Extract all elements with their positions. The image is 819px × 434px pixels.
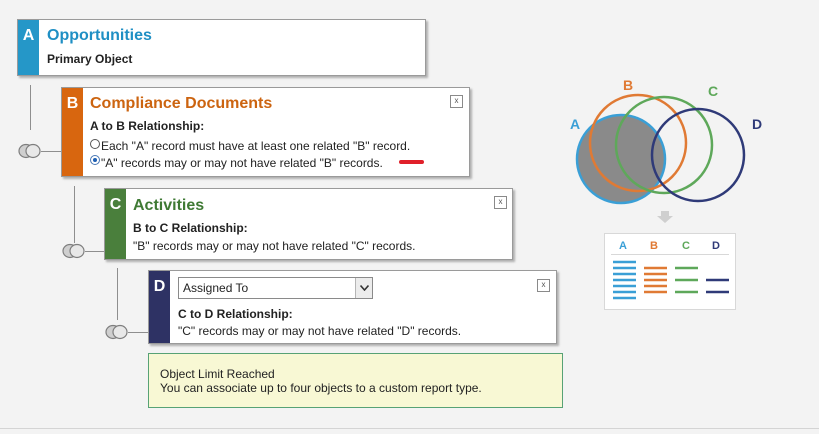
relationship-link-icon [62,243,85,259]
object-title-c: Activities [133,197,205,214]
venn-column-header-b: B [650,240,658,252]
venn-label-c: C [708,83,718,99]
object-letter-a: A [18,20,39,75]
connector-cd-vertical [117,268,118,320]
notice-title: Object Limit Reached [160,367,275,381]
venn-column-header-c: C [682,240,690,252]
relationship-link-icon [105,324,128,340]
bc-relationship-text: "B" records may or may not have related … [133,239,416,253]
chevron-down-icon[interactable] [355,278,372,298]
object-d-select[interactable]: Assigned To [178,277,373,299]
venn-label-d: D [752,116,762,132]
venn-label-b: B [623,77,633,93]
object-card-b: B Compliance Documents x A to B Relation… [61,87,470,177]
remove-object-c-button[interactable]: x [494,196,507,209]
venn-label-a: A [570,116,580,132]
page-bottom-divider [0,428,819,429]
object-card-a: A Opportunities Primary Object [17,19,426,76]
object-title-b: Compliance Documents [90,95,273,112]
object-d-select-value: Assigned To [183,281,249,295]
venn-column-header-a: A [619,240,627,252]
venn-diagram: A B C D [570,77,762,223]
connector-ab-vertical [30,85,31,130]
connector-bc-vertical [74,186,75,243]
ab-option-required-radio[interactable] [90,139,100,149]
object-limit-notice: Object Limit Reached You can associate u… [148,353,563,408]
venn-result-bars [613,260,729,300]
cd-relationship-text: "C" records may or may not have related … [178,324,462,338]
object-title-a: Opportunities [47,27,152,44]
remove-object-b-button[interactable]: x [450,95,463,108]
connector-cd-horizontal [128,332,148,333]
relationship-link-icon [18,143,41,159]
ab-option-required-label[interactable]: Each "A" record must have at least one r… [101,139,410,153]
venn-result-table: A B C D [604,233,736,310]
venn-header-divider [611,254,729,255]
object-card-d: D Assigned To x C to D Relationship: "C"… [148,270,557,344]
selection-highlight-mark [399,160,424,164]
primary-object-label: Primary Object [47,52,133,66]
connector-ab-horizontal [41,151,61,152]
down-arrow-icon [657,211,673,223]
ab-relationship-label: A to B Relationship: [90,119,205,133]
remove-object-d-button[interactable]: x [537,279,550,292]
ab-option-optional-label[interactable]: "A" records may or may not have related … [101,156,383,170]
object-letter-d: D [149,271,170,343]
object-letter-c: C [105,189,126,259]
venn-column-header-d: D [712,240,720,252]
object-letter-b: B [62,88,83,176]
notice-message: You can associate up to four objects to … [160,381,482,395]
connector-bc-horizontal [85,251,104,252]
bc-relationship-label: B to C Relationship: [133,221,248,235]
cd-relationship-label: C to D Relationship: [178,307,293,321]
ab-option-optional-radio[interactable] [90,155,100,165]
object-card-c: C Activities x B to C Relationship: "B" … [104,188,513,260]
